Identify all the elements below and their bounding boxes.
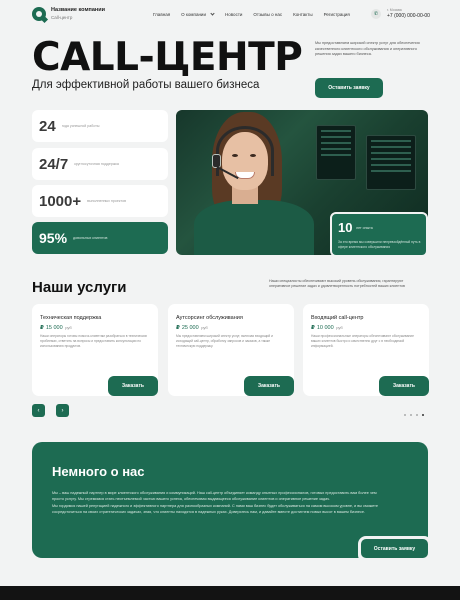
experience-label: лет опыта [356,226,373,230]
nav-item-registration[interactable]: Регистрация [324,12,350,17]
footer [0,586,460,600]
stat-card-clients: 95% довольных клиентов [32,222,168,254]
service-price: ₽10 000 руб [311,325,343,331]
phone-caption: г. Москва [387,8,402,12]
stat-value: 1000+ [39,192,82,210]
phone-number[interactable]: +7 (000) 000-00-00 [387,13,430,19]
chevron-down-icon [210,11,215,16]
stat-value: 24/7 [39,155,69,173]
site-header: Название компании Call-центр Главная О к… [0,0,460,28]
stat-label: круглосуточная поддержка [74,162,119,166]
monitor-shape [316,125,356,180]
leave-request-button[interactable]: Оставить заявку [315,78,383,98]
stat-label: выполненных проектов [87,199,126,203]
service-card-tech-support: Техническая поддержка ₽15 000 руб Наши о… [32,304,158,396]
monitor-shape [366,135,416,190]
brand-name[interactable]: Название компании [51,7,105,13]
service-card-outsourcing: Аутсорсинг обслуживания ₽25 000 руб Мы п… [168,304,294,396]
stat-card-projects: 1000+ выполненных проектов [32,185,168,217]
logo-icon[interactable] [32,7,46,21]
headset-icon [216,126,274,176]
service-title: Техническая поддержка [40,315,102,321]
stat-label: довольных клиентов [73,236,108,240]
about-leave-request-button[interactable]: Оставить заявку [361,539,428,558]
nav-item-contacts[interactable]: Контакты [293,12,312,17]
nav-item-about[interactable]: О компании [181,11,215,17]
nav-item-news[interactable]: Новости [225,12,242,17]
brand-subtitle: Call-центр [51,15,73,20]
experience-value: 10 [338,220,353,235]
experience-description: За это время мы совершили непревзойдённы… [338,240,421,249]
order-button[interactable]: Заказать [379,376,429,396]
main-nav: Главная О компании Новости Отзывы о нас … [153,11,350,17]
service-card-inbound: Входящий call-центр ₽10 000 руб Наши про… [303,304,429,396]
chevron-right-icon[interactable]: › [56,404,69,417]
hero-subtitle: Для эффективной работы вашего бизнеса [32,79,260,91]
service-price: ₽25 000 руб [176,325,208,331]
hero-title: CALL-ЦЕНТР [32,35,303,80]
hero-description: Мы предоставляем широкий спектр услуг дл… [315,41,420,56]
order-button[interactable]: Заказать [244,376,294,396]
service-title: Входящий call-центр [311,315,364,321]
carousel-dots [404,414,424,416]
nav-item-about-label: О компании [181,12,206,17]
carousel-dot[interactable] [404,414,406,416]
services-description: Наши специалисты обеспечивают высокий ур… [269,279,405,289]
carousel-dot[interactable] [410,414,412,416]
nav-item-home[interactable]: Главная [153,12,170,17]
about-paragraph: Мы – ваш надежный партнер в мире клиентс… [52,491,377,502]
about-paragraph: Мы гордимся нашей репутацией надежного и… [52,503,378,515]
order-button[interactable]: Заказать [108,376,158,396]
experience-card: 10 лет опыта За это время мы совершили н… [330,212,428,257]
stat-card-support: 24/7 круглосуточная поддержка [32,148,168,180]
phone-icon[interactable]: ✆ [371,9,381,19]
stat-value: 95% [39,230,68,246]
stat-value: 24 [39,117,56,135]
carousel-dot[interactable] [416,414,418,416]
service-text: Мы предоставляем широкий спектр услуг, в… [176,334,273,348]
service-text: Наши профессиональные операторы обеспечи… [311,334,414,348]
services-title: Наши услуги [32,279,127,296]
about-text: Мы – ваш надежный партнер в мире клиентс… [52,490,382,516]
service-text: Наши операторы готовы помочь клиентам ра… [40,334,148,348]
service-price: ₽15 000 руб [40,325,72,331]
nav-item-reviews[interactable]: Отзывы о нас [253,12,282,17]
chevron-left-icon[interactable]: ‹ [32,404,45,417]
stat-card-years: 24 года успешной работы [32,110,168,142]
about-title: Немного о нас [52,464,145,479]
service-title: Аутсорсинг обслуживания [176,315,243,321]
carousel-dot-active[interactable] [422,414,424,416]
stat-label: года успешной работы [61,124,100,128]
